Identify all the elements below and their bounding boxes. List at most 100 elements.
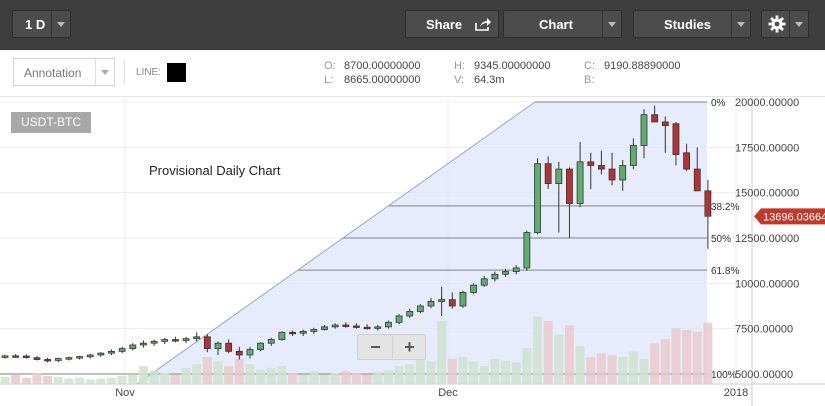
- candle-body: [76, 356, 83, 359]
- volume-bar: [43, 375, 53, 384]
- fib-label: 50%: [711, 234, 731, 245]
- candle-body: [406, 311, 414, 317]
- candle-body: [438, 299, 446, 302]
- volume-bar: [309, 371, 319, 384]
- high-value: 9345.00000000: [474, 60, 551, 72]
- candle-body: [171, 339, 179, 342]
- bid-label: B:: [584, 74, 595, 86]
- candle-body: [640, 114, 648, 146]
- volume-bar: [607, 355, 617, 384]
- chart-type-button[interactable]: Chart: [503, 10, 622, 38]
- candle-body: [12, 355, 20, 358]
- low-label: L:: [324, 74, 334, 86]
- candle-body: [342, 324, 350, 327]
- chevron-down-icon[interactable]: [789, 11, 808, 37]
- candle-body: [97, 352, 105, 356]
- y-tick-label: 20000.00000: [735, 97, 799, 109]
- x-tick-label: 2018: [724, 387, 748, 399]
- candle-body: [44, 359, 51, 362]
- share-button[interactable]: Share: [405, 10, 499, 38]
- candle-body: [619, 165, 627, 181]
- chevron-down-icon[interactable]: [731, 11, 750, 37]
- current-price-tag: 13696.03664: [754, 208, 825, 225]
- studies-button[interactable]: Studies: [633, 10, 751, 38]
- y-tick-label: 5000.00000: [735, 369, 793, 381]
- x-tick-label: Dec: [438, 387, 458, 399]
- candle-body: [544, 163, 552, 185]
- candle-body: [416, 305, 424, 312]
- candle-body: [683, 152, 690, 170]
- y-tick-label: 15000.00000: [735, 188, 799, 200]
- candle-body: [161, 339, 169, 342]
- chart-type-label: Chart: [539, 17, 573, 32]
- volume-bar: [330, 373, 340, 384]
- candle-body: [193, 336, 201, 340]
- volume-bar: [341, 371, 351, 384]
- candle-body: [214, 342, 222, 350]
- y-tick-label: 12500.00000: [735, 233, 799, 245]
- volume-bar: [362, 375, 372, 384]
- candle-body: [267, 339, 275, 344]
- annotation-select[interactable]: Annotation: [13, 58, 115, 86]
- chevron-down-icon[interactable]: [602, 11, 621, 37]
- volume-bar: [458, 357, 468, 384]
- volume-bar: [351, 373, 361, 384]
- volume-bar: [298, 375, 308, 384]
- candle-body: [480, 278, 488, 286]
- candle-body: [86, 354, 94, 358]
- candle-body: [672, 123, 680, 155]
- y-tick-label: 10000.00000: [735, 278, 799, 290]
- candle-body: [395, 315, 403, 323]
- candle-body: [459, 291, 467, 307]
- volume-bar: [128, 375, 138, 384]
- candle-body: [491, 273, 499, 280]
- volume-bar: [692, 331, 702, 384]
- candle-body: [470, 284, 478, 293]
- chevron-down-icon[interactable]: [51, 11, 70, 37]
- volume-bar: [596, 353, 606, 384]
- candle-body: [182, 338, 190, 341]
- volume-bar: [490, 358, 500, 384]
- candle-body: [278, 331, 286, 340]
- y-tick-label: 17500.00000: [735, 142, 799, 154]
- candle-body: [555, 168, 563, 184]
- volume-bar: [479, 366, 489, 384]
- candle-body: [448, 299, 456, 307]
- candle-body: [427, 301, 435, 307]
- candle-body: [629, 145, 637, 166]
- candle-body: [566, 168, 573, 204]
- candle-body: [310, 329, 318, 332]
- volume-bar: [170, 375, 180, 384]
- candle-body: [108, 350, 115, 354]
- volume-bar: [426, 361, 436, 384]
- volume-bar: [639, 358, 649, 384]
- volume-bar: [383, 370, 393, 384]
- candle-body: [33, 357, 41, 360]
- interval-button[interactable]: 1 D: [12, 10, 71, 38]
- open-value: 8700.00000000: [344, 60, 421, 72]
- candle-body: [140, 342, 147, 346]
- line-color-swatch[interactable]: [167, 63, 186, 82]
- settings-button[interactable]: [761, 10, 809, 38]
- line-color-label: LINE:: [136, 67, 162, 78]
- divider: [124, 60, 125, 84]
- candle-body: [534, 163, 541, 233]
- volume-bar: [511, 362, 521, 384]
- candle-body: [1, 355, 9, 358]
- candle-body: [299, 330, 307, 334]
- candle-body: [235, 350, 243, 356]
- volume-bar: [192, 364, 202, 384]
- chevron-down-icon[interactable]: [95, 59, 114, 85]
- candle-body: [576, 161, 584, 204]
- zoom-out-button[interactable]: −: [359, 336, 392, 358]
- volume-bar: [32, 373, 42, 384]
- volume-bar: [202, 357, 212, 384]
- candle-body: [661, 121, 669, 126]
- volume-bar: [11, 375, 21, 384]
- zoom-in-button[interactable]: +: [392, 336, 426, 358]
- volume-bar: [564, 325, 574, 384]
- volume-bar: [320, 375, 329, 384]
- pair-label[interactable]: USDT-BTC: [11, 112, 91, 133]
- x-tick-label: Nov: [115, 387, 135, 399]
- volume-value: 64.3m: [474, 74, 505, 86]
